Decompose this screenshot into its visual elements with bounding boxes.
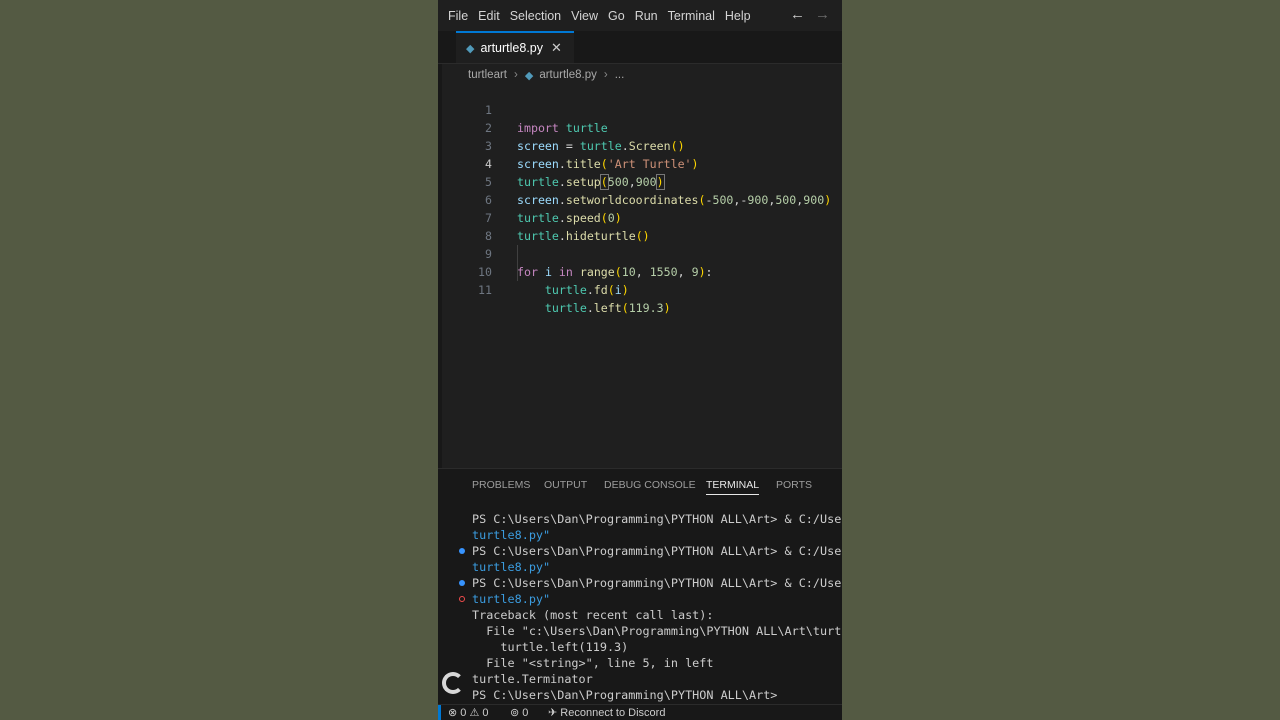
forward-arrow-icon[interactable]: → bbox=[815, 6, 840, 23]
code-line: 6 turtle.speed(0) bbox=[438, 173, 842, 225]
status-bar: ⊗ 0 ⚠ 0 ⊚ 0 ✈ Reconnect to Discord bbox=[438, 704, 842, 720]
terminal-prompt: PS C:\Users\Dan\Programming\PYTHON ALL\A… bbox=[472, 688, 778, 702]
menu-terminal[interactable]: Terminal bbox=[668, 9, 715, 23]
discord-label: Reconnect to Discord bbox=[560, 707, 666, 719]
warning-count: 0 bbox=[482, 707, 489, 719]
code-line: 2 screen = turtle.Screen() bbox=[438, 101, 842, 153]
menu-edit[interactable]: Edit bbox=[478, 9, 500, 23]
chevron-right-icon: › bbox=[603, 69, 608, 81]
terminal-line: PS C:\Users\Dan\Programming\PYTHON ALL\A… bbox=[472, 512, 842, 526]
close-icon[interactable]: ✕ bbox=[551, 40, 562, 56]
terminal-line: turtle.left(119.3) bbox=[472, 640, 629, 654]
code-line: 5 screen.setworldcoordinates(-500,-900,5… bbox=[438, 155, 842, 207]
code-line: 3 screen.title('Art Turtle') bbox=[438, 119, 842, 171]
indent-guide bbox=[517, 245, 518, 281]
ports-count: 0 bbox=[522, 707, 529, 719]
remote-indicator[interactable] bbox=[438, 705, 441, 720]
python-file-icon: ◆ bbox=[524, 69, 534, 82]
code-text: turtle.fd(i) bbox=[544, 283, 629, 297]
nav-arrows: ←→ bbox=[790, 6, 840, 23]
terminal-line: turtle8.py" bbox=[472, 528, 551, 542]
menu-run[interactable]: Run bbox=[635, 9, 658, 23]
terminal-line: File "c:\Users\Dan\Programming\PYTHON AL… bbox=[472, 624, 842, 638]
code-line: 8 bbox=[438, 209, 842, 243]
menu-bar: File Edit Selection View Go Run Terminal… bbox=[438, 0, 842, 31]
menu-file[interactable]: File bbox=[448, 9, 468, 23]
tab-label: arturtle8.py bbox=[480, 41, 543, 55]
menu-view[interactable]: View bbox=[571, 9, 598, 23]
back-arrow-icon[interactable]: ← bbox=[790, 6, 815, 23]
tab-terminal[interactable]: TERMINAL bbox=[706, 479, 760, 495]
broadcast-icon: ⊚ bbox=[510, 707, 520, 719]
line-number: 11 bbox=[478, 283, 492, 297]
tab-problems[interactable]: PROBLEMS bbox=[472, 479, 530, 491]
tab-ports[interactable]: PORTS bbox=[776, 479, 812, 491]
breadcrumb-folder[interactable]: turtleart bbox=[468, 69, 507, 81]
tab-output[interactable]: OUTPUT bbox=[544, 479, 587, 491]
menu-help[interactable]: Help bbox=[725, 9, 751, 23]
menu-go[interactable]: Go bbox=[608, 9, 625, 23]
vscode-window: File Edit Selection View Go Run Terminal… bbox=[438, 0, 842, 720]
terminal-line: turtle.Terminator bbox=[472, 672, 593, 686]
success-dot-icon[interactable] bbox=[459, 548, 465, 554]
terminal-line: turtle8.py" bbox=[472, 560, 551, 574]
code-line: 1 import turtle bbox=[438, 83, 842, 135]
error-dot-icon[interactable] bbox=[459, 596, 465, 602]
chevron-right-icon: › bbox=[514, 69, 518, 81]
menu-selection[interactable]: Selection bbox=[510, 9, 561, 23]
terminal-line: Traceback (most recent call last): bbox=[472, 608, 714, 622]
panel-tabs: PROBLEMS OUTPUT DEBUG CONSOLE TERMINAL P… bbox=[438, 469, 842, 501]
code-line: 9 for i in range(10, 1550, 9): bbox=[438, 227, 842, 279]
terminal-line: PS C:\Users\Dan\Programming\PYTHON ALL\A… bbox=[472, 544, 842, 558]
breadcrumb-more[interactable]: ... bbox=[615, 69, 625, 81]
discord-status[interactable]: ✈ Reconnect to Discord bbox=[548, 706, 665, 719]
terminal-line: File "<string>", line 5, in left bbox=[472, 656, 714, 670]
python-file-icon: ◆ bbox=[466, 42, 475, 55]
warning-icon: ⚠ bbox=[469, 707, 480, 719]
success-dot-icon[interactable] bbox=[459, 580, 465, 586]
breadcrumb-file[interactable]: arturtle8.py bbox=[539, 69, 597, 81]
problems-status[interactable]: ⊗ 0 ⚠ 0 bbox=[448, 706, 489, 719]
editor-tab-bar: ◆ arturtle8.py ✕ bbox=[438, 31, 842, 64]
tab-arturtle8[interactable]: ◆ arturtle8.py ✕ bbox=[456, 31, 574, 63]
code-line: 4 turtle.setup(500,900) bbox=[438, 137, 842, 190]
code-line: 10 turtle.fd(i) bbox=[438, 245, 842, 297]
code-text: turtle.left(119.3) bbox=[544, 301, 671, 315]
breadcrumb: turtleart › ◆ arturtle8.py › ... bbox=[468, 67, 624, 83]
error-icon: ⊗ bbox=[448, 707, 458, 719]
error-count: 0 bbox=[460, 707, 467, 719]
code-line: 11 turtle.left(119.3) bbox=[438, 263, 842, 315]
tab-debug-console[interactable]: DEBUG CONSOLE bbox=[604, 479, 696, 491]
terminal-line: turtle8.py" bbox=[472, 592, 551, 606]
loading-spinner-icon bbox=[442, 672, 464, 694]
plug-icon: ✈ bbox=[548, 707, 558, 719]
terminal-line: PS C:\Users\Dan\Programming\PYTHON ALL\A… bbox=[472, 576, 842, 590]
bottom-panel: PROBLEMS OUTPUT DEBUG CONSOLE TERMINAL P… bbox=[438, 468, 842, 705]
ports-status[interactable]: ⊚ 0 bbox=[510, 706, 528, 719]
code-line: 7 turtle.hideturtle() bbox=[438, 191, 842, 243]
